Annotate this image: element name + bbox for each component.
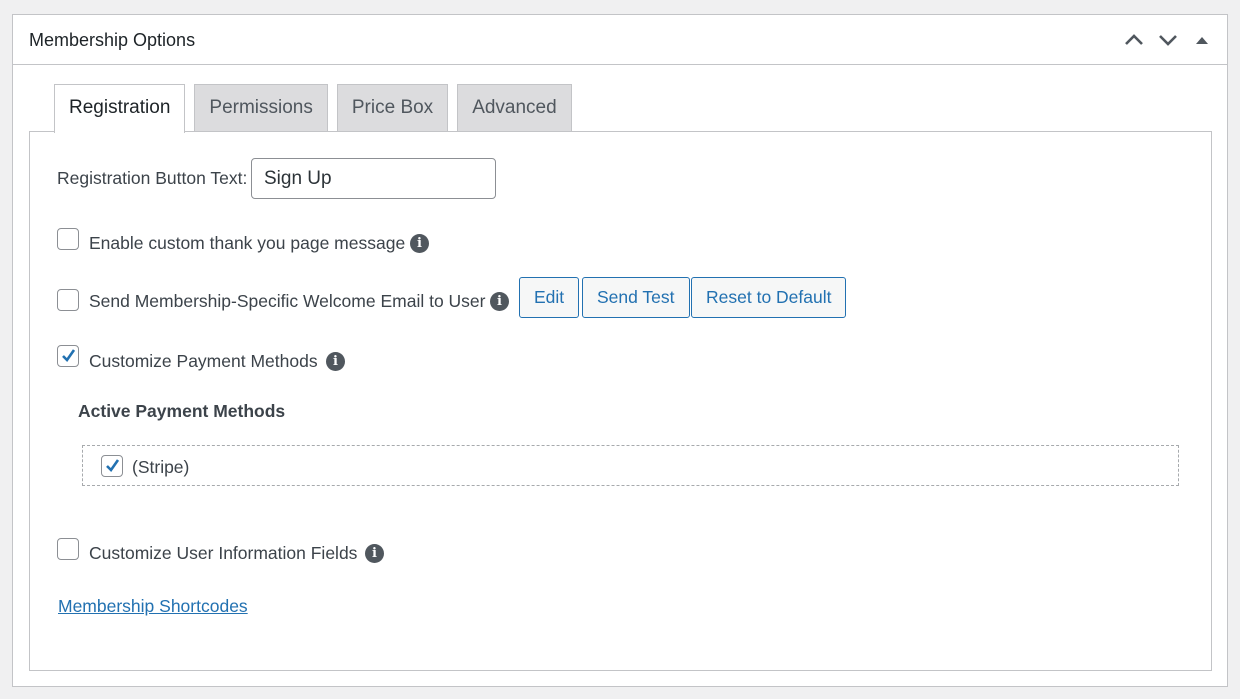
- active-payment-methods-title: Active Payment Methods: [78, 401, 286, 421]
- tab-price-box[interactable]: Price Box: [336, 84, 449, 132]
- registration-button-text-label: Registration Button Text:: [57, 168, 248, 188]
- reset-to-default-button[interactable]: Reset to Default: [691, 277, 847, 318]
- registration-button-text-input[interactable]: [251, 158, 496, 199]
- info-icon[interactable]: i: [365, 544, 384, 563]
- info-icon[interactable]: i: [326, 352, 345, 371]
- info-icon[interactable]: i: [410, 234, 429, 253]
- membership-options-metabox: Membership Options Registration Permissi…: [12, 14, 1228, 687]
- thank-you-label: Enable custom thank you page message: [89, 233, 406, 253]
- stripe-checkbox[interactable]: [101, 455, 123, 477]
- move-up-button[interactable]: [1119, 27, 1149, 53]
- triangle-up-icon: [1196, 37, 1208, 44]
- tab-advanced[interactable]: Advanced: [457, 84, 572, 132]
- metabox-handle-actions: [1115, 27, 1217, 53]
- chevron-up-icon: [1125, 34, 1143, 45]
- send-test-button[interactable]: Send Test: [582, 277, 690, 318]
- edit-email-button[interactable]: Edit: [519, 277, 580, 318]
- metabox-title: Membership Options: [29, 30, 196, 50]
- payment-methods-list: [82, 445, 1179, 486]
- stripe-label: (Stripe): [132, 457, 190, 477]
- payment-methods-checkbox[interactable]: [57, 345, 79, 367]
- toggle-panel-button[interactable]: [1187, 27, 1217, 53]
- payment-methods-label: Customize Payment Methods: [89, 351, 318, 371]
- metabox-header: Membership Options: [13, 15, 1227, 65]
- tab-registration[interactable]: Registration: [54, 84, 186, 133]
- tab-bar: Registration Permissions Price Box Advan…: [54, 84, 581, 133]
- move-down-button[interactable]: [1153, 27, 1183, 53]
- welcome-email-label: Send Membership-Specific Welcome Email t…: [89, 291, 486, 311]
- user-info-label: Customize User Information Fields: [89, 543, 358, 563]
- checkmark-icon: [62, 349, 76, 363]
- user-info-checkbox[interactable]: [57, 538, 79, 560]
- thank-you-checkbox[interactable]: [57, 228, 79, 250]
- info-icon[interactable]: i: [490, 292, 509, 311]
- welcome-email-checkbox[interactable]: [57, 289, 79, 311]
- checkmark-icon: [106, 459, 120, 473]
- tab-permissions[interactable]: Permissions: [194, 84, 328, 132]
- chevron-down-icon: [1159, 35, 1177, 46]
- membership-shortcodes-link[interactable]: Membership Shortcodes: [58, 596, 248, 617]
